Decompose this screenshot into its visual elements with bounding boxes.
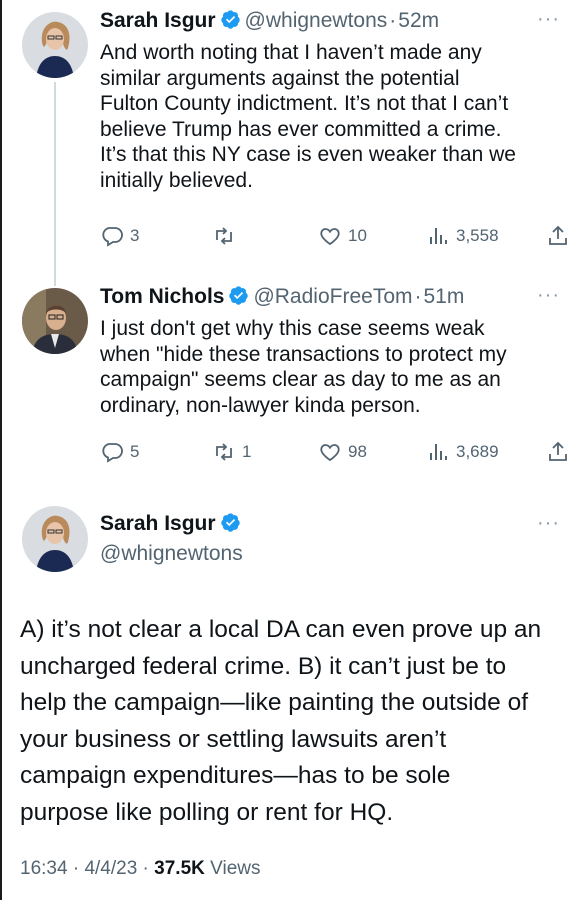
author-handle[interactable]: @whignewtons: [100, 542, 243, 566]
more-icon[interactable]: ···: [537, 512, 560, 535]
separator-dot: ·: [72, 858, 80, 879]
verified-badge-icon: [220, 513, 240, 532]
tweet-meta: 16:34 · 4/4/23 · 37.5K Views: [20, 858, 260, 880]
views-count: 37.5K: [154, 858, 205, 879]
avatar[interactable]: [22, 506, 88, 572]
main-tweet: Sarah Isgur @whignewtons ··· A) it’s not…: [0, 0, 582, 900]
views-label: Views: [210, 858, 261, 879]
author-name[interactable]: Sarah Isgur: [100, 512, 216, 535]
post-date[interactable]: 4/4/23: [84, 858, 137, 879]
separator-dot: ·: [142, 858, 149, 879]
author-name-row: Sarah Isgur: [100, 512, 241, 536]
tweet-text: A) it’s not clear a local DA can even pr…: [20, 616, 542, 826]
post-time[interactable]: 16:34: [20, 858, 68, 879]
